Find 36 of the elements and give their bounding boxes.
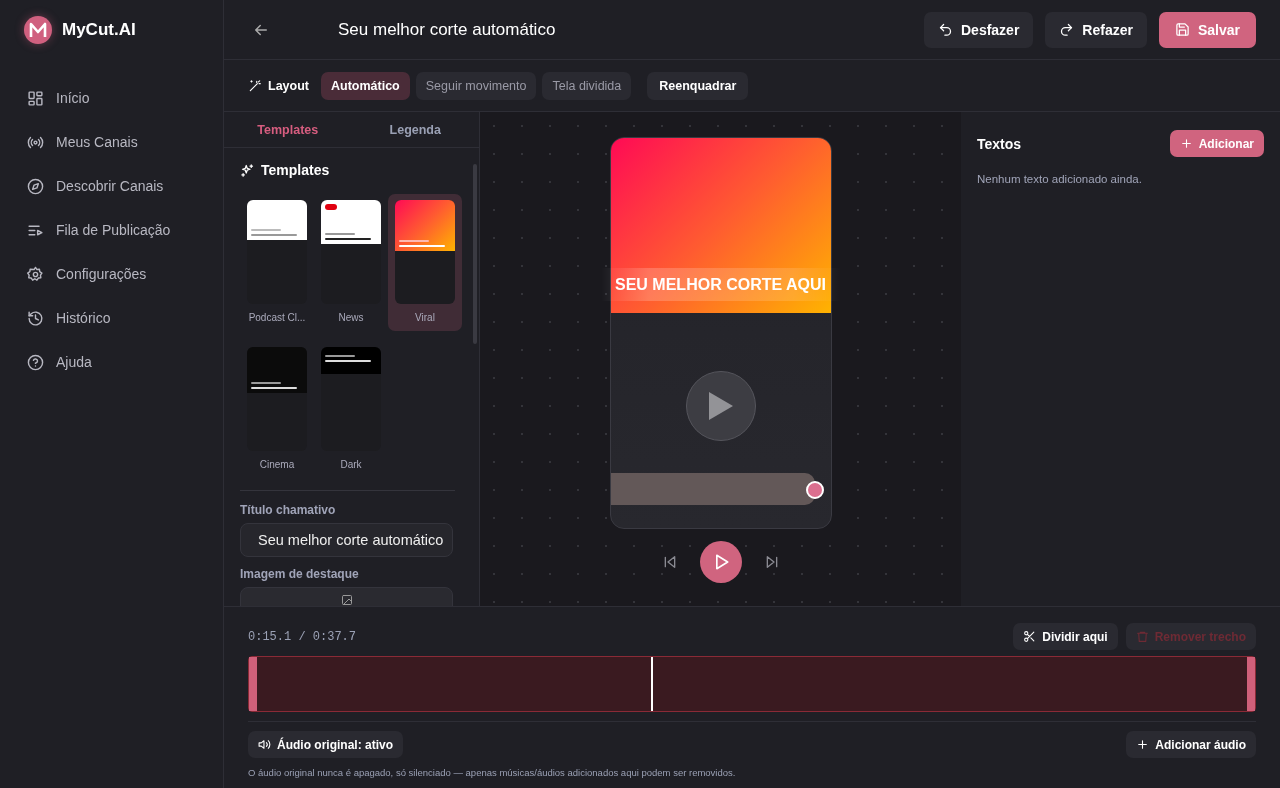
- audio-toggle[interactable]: Áudio original: ativo: [248, 731, 403, 758]
- sidebar-item[interactable]: Ajuda: [0, 340, 223, 384]
- reframe-button[interactable]: Reenquadrar: [647, 71, 749, 100]
- template-card[interactable]: Dark: [314, 341, 388, 478]
- audio-note: O áudio original nunca é apagado, só silenciado — apenas músicas/áudios adicionados aqui podem ser removidos.: [248, 767, 737, 778]
- sidebar-item[interactable]: Fila de Publicação: [0, 208, 223, 252]
- redo-button[interactable]: Refazer: [1045, 11, 1147, 48]
- sidebar-item[interactable]: Descobrir Canais: [0, 164, 223, 208]
- template-card[interactable]: News: [314, 194, 388, 331]
- layout-option[interactable]: Automático: [321, 71, 410, 100]
- project-title: Seu melhor corte automático: [338, 19, 557, 40]
- save-button[interactable]: Salvar: [1158, 11, 1256, 48]
- undo-button[interactable]: Desfazer: [924, 11, 1034, 48]
- sidebar-item[interactable]: Histórico: [0, 296, 223, 340]
- brand-name: MyCut.AI: [62, 20, 136, 40]
- layout-option[interactable]: Tela dividida: [542, 71, 632, 100]
- template-card[interactable]: Viral: [388, 194, 462, 331]
- time-display: 0:15.1 / 0:37.7: [248, 629, 357, 644]
- layout-label: Layout: [268, 78, 309, 93]
- split-button[interactable]: Dividir aqui: [1013, 623, 1118, 650]
- panel-tab[interactable]: Legenda: [351, 112, 479, 147]
- sidebar-item[interactable]: Meus Canais: [0, 120, 223, 164]
- field-label: Título chamativo: [240, 503, 337, 517]
- template-card[interactable]: Cinema: [240, 341, 314, 478]
- section-title: Templates: [261, 162, 330, 178]
- empty-message: Nenhum texto adicionado ainda.: [977, 173, 1143, 185]
- layout-option[interactable]: Seguir movimento: [415, 71, 537, 100]
- sidebar-item[interactable]: Início: [0, 76, 223, 120]
- add-text-button[interactable]: Adicionar: [1169, 130, 1264, 157]
- panel-tab[interactable]: Templates: [224, 112, 352, 147]
- add-audio-button[interactable]: Adicionar áudio: [1126, 731, 1256, 758]
- title-input[interactable]: Seu melhor corte automático: [240, 523, 453, 557]
- panel-title: Textos: [977, 135, 1022, 152]
- sidebar-item[interactable]: Configurações: [0, 252, 223, 296]
- template-card[interactable]: Podcast Cl...: [240, 194, 314, 331]
- field-label: Imagem de destaque: [240, 567, 360, 581]
